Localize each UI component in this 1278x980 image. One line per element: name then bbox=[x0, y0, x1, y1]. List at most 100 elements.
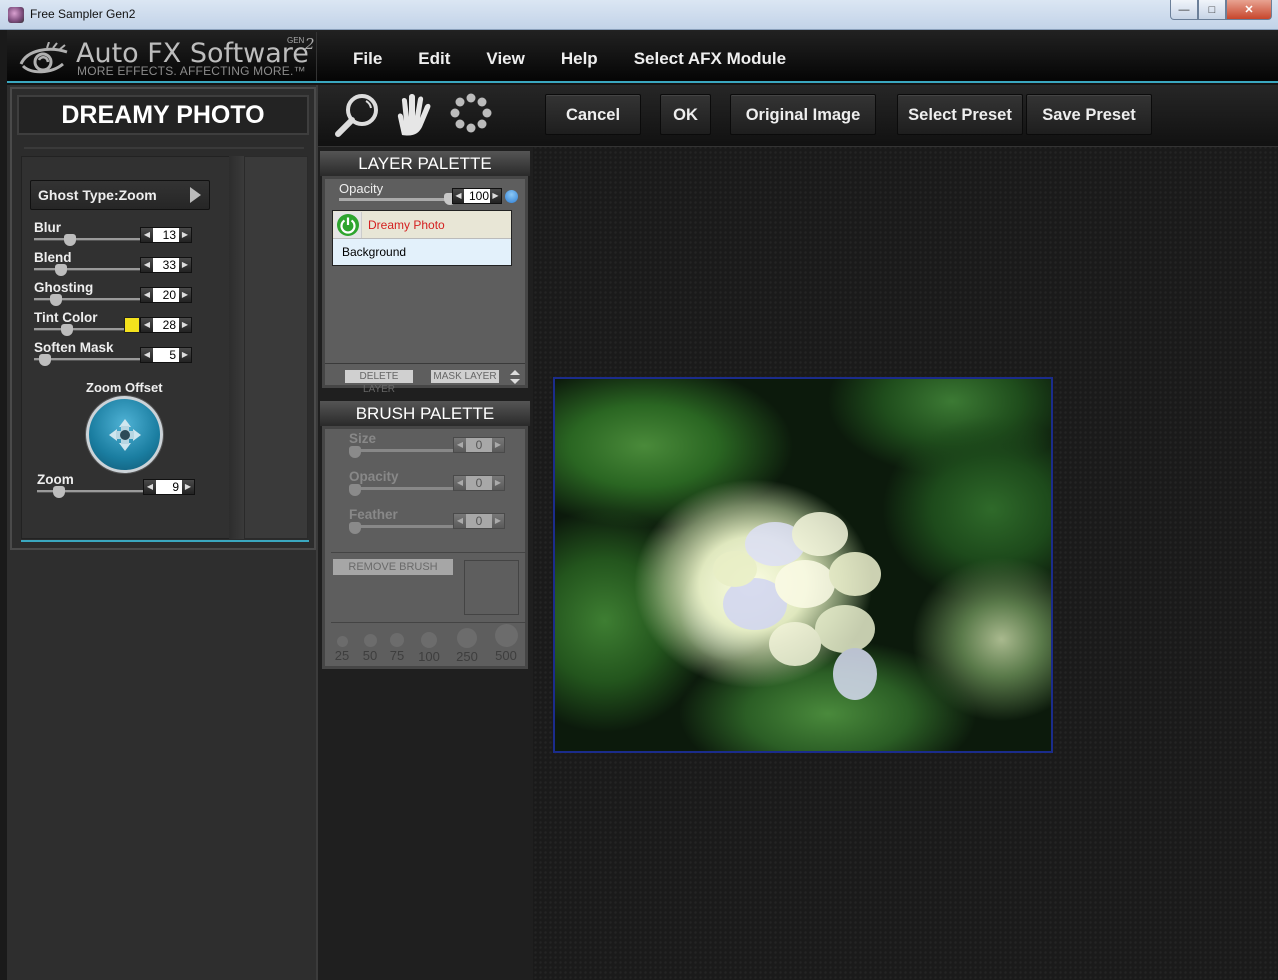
zoom-offset-control[interactable] bbox=[86, 396, 163, 473]
ok-button[interactable]: OK bbox=[660, 94, 711, 135]
blend-thumb[interactable] bbox=[55, 264, 68, 276]
remove-brush-button[interactable]: REMOVE BRUSH bbox=[333, 559, 453, 575]
effect-title: DREAMY PHOTO bbox=[17, 95, 309, 135]
window-titlebar: Free Sampler Gen2 — □ ✕ bbox=[0, 0, 1278, 30]
brush-feather-value[interactable]: 0 bbox=[466, 514, 492, 528]
app-icon bbox=[8, 7, 24, 23]
zoom-tool-icon[interactable] bbox=[332, 91, 382, 139]
brush-size-250[interactable]: 250 bbox=[449, 627, 485, 664]
brush-opacity-track[interactable] bbox=[349, 487, 453, 490]
brand-tagline: MORE EFFECTS. AFFECTING MORE.™ bbox=[77, 64, 306, 78]
reorder-arrows-icon[interactable] bbox=[510, 370, 520, 384]
decrement-icon[interactable]: ◀ bbox=[141, 258, 153, 272]
hand-tool-icon[interactable] bbox=[388, 91, 438, 139]
decrement-icon[interactable]: ◀ bbox=[454, 476, 466, 490]
soften-mask-value[interactable]: 5 bbox=[153, 348, 179, 362]
zoom-thumb[interactable] bbox=[52, 486, 65, 498]
increment-icon[interactable]: ▶ bbox=[182, 480, 194, 494]
layer-item-background[interactable]: Background bbox=[333, 239, 511, 265]
blend-mode-dropdown-icon[interactable] bbox=[505, 190, 518, 203]
tint-color-swatch[interactable] bbox=[124, 317, 140, 333]
decrement-icon[interactable]: ◀ bbox=[141, 288, 153, 302]
ghosting-stepper: ◀ 20 ▶ bbox=[140, 287, 192, 303]
ghosting-value[interactable]: 20 bbox=[153, 288, 179, 302]
blend-track[interactable] bbox=[34, 268, 140, 271]
brush-feather-track[interactable] bbox=[349, 525, 453, 528]
controls-scroll-gutter bbox=[229, 156, 244, 539]
blur-track[interactable] bbox=[34, 238, 140, 241]
menu-edit[interactable]: Edit bbox=[418, 49, 450, 69]
blur-thumb[interactable] bbox=[63, 234, 76, 246]
decrement-icon[interactable]: ◀ bbox=[454, 438, 466, 452]
blur-slider: Blur ◀ 13 ▶ bbox=[34, 220, 204, 248]
menu-help[interactable]: Help bbox=[561, 49, 598, 69]
mask-layer-button[interactable]: MASK LAYER bbox=[431, 370, 499, 383]
brush-size-track[interactable] bbox=[349, 449, 453, 452]
brush-size-75[interactable]: 75 bbox=[385, 632, 409, 663]
soften-mask-thumb[interactable] bbox=[39, 354, 52, 366]
brush-feather-label: Feather bbox=[349, 507, 398, 522]
blend-value[interactable]: 33 bbox=[153, 258, 179, 272]
increment-icon[interactable]: ▶ bbox=[492, 514, 504, 528]
close-button[interactable]: ✕ bbox=[1226, 0, 1272, 20]
blur-value[interactable]: 13 bbox=[153, 228, 179, 242]
main-menu: File Edit View Help Select AFX Module bbox=[353, 49, 822, 69]
increment-icon[interactable]: ▶ bbox=[179, 288, 191, 302]
decrement-icon[interactable]: ◀ bbox=[141, 318, 153, 332]
brush-size-thumb[interactable] bbox=[349, 446, 361, 458]
brush-size-label: 500 bbox=[495, 648, 517, 663]
increment-icon[interactable]: ▶ bbox=[179, 228, 191, 242]
menu-select-afx-module[interactable]: Select AFX Module bbox=[634, 49, 786, 69]
brush-size-500[interactable]: 500 bbox=[488, 623, 524, 663]
brush-size-25[interactable]: 25 bbox=[330, 632, 354, 663]
brush-size-50[interactable]: 50 bbox=[358, 632, 382, 663]
tint-color-thumb[interactable] bbox=[61, 324, 73, 336]
brush-tool-icon[interactable] bbox=[446, 91, 496, 139]
maximize-button[interactable]: □ bbox=[1198, 0, 1226, 20]
brush-opacity-value[interactable]: 0 bbox=[466, 476, 492, 490]
layer-visibility-toggle[interactable] bbox=[334, 212, 362, 238]
close-icon: ✕ bbox=[1244, 4, 1254, 16]
brush-dot-icon bbox=[457, 628, 477, 648]
increment-icon[interactable]: ▶ bbox=[490, 189, 501, 203]
increment-icon[interactable]: ▶ bbox=[492, 476, 504, 490]
increment-icon[interactable]: ▶ bbox=[179, 318, 191, 332]
decrement-icon[interactable]: ◀ bbox=[141, 228, 153, 242]
layer-opacity-value[interactable]: 100 bbox=[464, 189, 490, 203]
save-preset-button[interactable]: Save Preset bbox=[1026, 94, 1152, 135]
increment-icon[interactable]: ▶ bbox=[179, 258, 191, 272]
layer-item-dreamy-photo[interactable]: Dreamy Photo bbox=[333, 211, 511, 239]
select-preset-button[interactable]: Select Preset bbox=[897, 94, 1023, 135]
photo-preview[interactable] bbox=[553, 377, 1053, 753]
brush-feather-stepper: ◀ 0 ▶ bbox=[453, 513, 505, 529]
zoom-value[interactable]: 9 bbox=[156, 480, 182, 494]
layer-opacity-track[interactable] bbox=[339, 198, 454, 201]
brush-palette-title: BRUSH PALETTE bbox=[320, 401, 530, 426]
zoom-slider: Zoom ◀ 9 ▶ bbox=[37, 472, 207, 500]
brush-size-label: 100 bbox=[418, 649, 440, 664]
minimize-icon: — bbox=[1178, 3, 1190, 16]
hydrangea-image bbox=[713, 512, 881, 700]
original-image-button[interactable]: Original Image bbox=[730, 94, 876, 135]
gen-label: GEN bbox=[287, 36, 305, 45]
brush-opacity-thumb[interactable] bbox=[349, 484, 361, 496]
increment-icon[interactable]: ▶ bbox=[492, 438, 504, 452]
decrement-icon[interactable]: ◀ bbox=[144, 480, 156, 494]
cancel-button[interactable]: Cancel bbox=[545, 94, 641, 135]
brush-size-value[interactable]: 0 bbox=[466, 438, 492, 452]
ghost-type-dropdown[interactable]: Ghost Type:Zoom bbox=[30, 180, 210, 210]
decrement-icon[interactable]: ◀ bbox=[141, 348, 153, 362]
decrement-icon[interactable]: ◀ bbox=[454, 514, 466, 528]
tint-color-value[interactable]: 28 bbox=[153, 318, 179, 332]
increment-icon[interactable]: ▶ bbox=[179, 348, 191, 362]
brush-feather-thumb[interactable] bbox=[349, 522, 361, 534]
blend-slider: Blend ◀ 33 ▶ bbox=[34, 250, 204, 278]
decrement-icon[interactable]: ◀ bbox=[453, 189, 464, 203]
menu-view[interactable]: View bbox=[486, 49, 524, 69]
delete-layer-button[interactable]: DELETE LAYER bbox=[345, 370, 413, 395]
menu-file[interactable]: File bbox=[353, 49, 382, 69]
minimize-button[interactable]: — bbox=[1170, 0, 1198, 20]
brush-size-100[interactable]: 100 bbox=[413, 632, 445, 664]
ghosting-thumb[interactable] bbox=[49, 294, 62, 306]
tint-color-track[interactable] bbox=[34, 328, 124, 331]
